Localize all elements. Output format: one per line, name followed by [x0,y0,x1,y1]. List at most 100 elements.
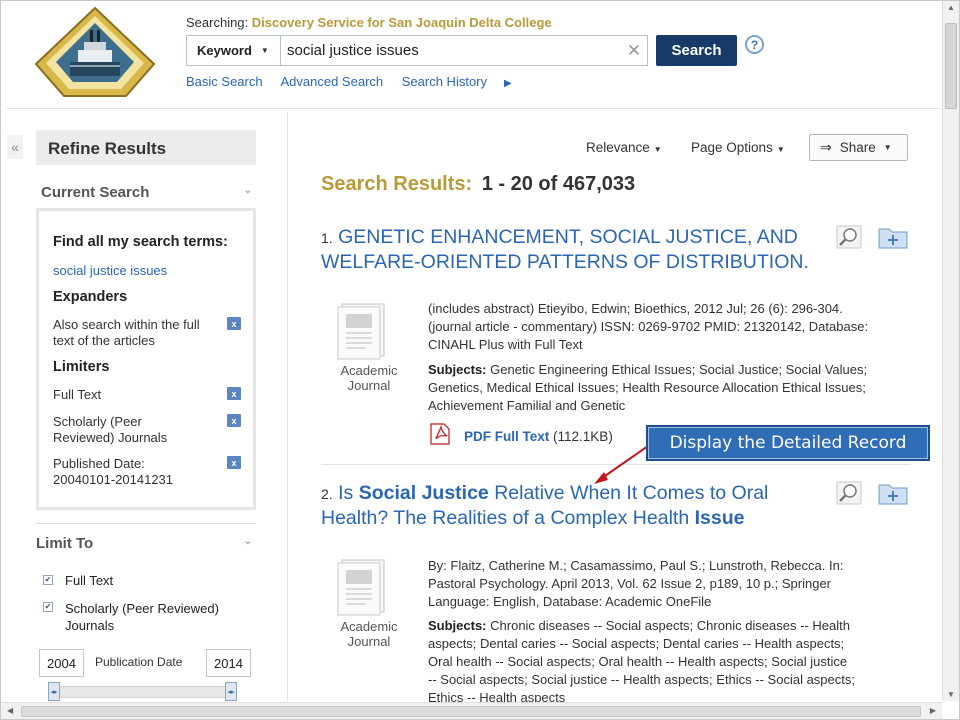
search-input[interactable]: social justice issues [281,36,621,65]
limiter-date-line1: Published Date: [53,456,145,471]
pdf-label: PDF Full Text [464,429,550,444]
expander-line2: text of the articles [53,333,155,348]
slider-handle-left[interactable]: ◂▸ [48,682,60,701]
panel-divider [287,112,288,702]
horizontal-scrollbar[interactable]: ◀ ▶ [1,702,942,719]
limit-to-title: Limit To [36,535,94,552]
find-all-title: Find all my search terms: [53,234,228,250]
scroll-left-icon[interactable]: ◀ [7,706,13,715]
horizontal-scroll-thumb[interactable] [21,706,921,717]
ptype-line1: Academic [340,619,398,634]
share-label: Share [839,140,876,155]
ptype-line1: Academic [340,363,398,378]
refine-results-header: Refine Results [36,130,256,165]
basic-search-link[interactable]: Basic Search [186,74,263,89]
limit-scholarly-line1: Scholarly (Peer Reviewed) [65,601,219,616]
limit-divider [36,523,256,524]
remove-limiter-icon[interactable]: x [227,456,241,469]
collapse-panel-icon[interactable]: « [7,135,23,159]
scroll-right-icon[interactable]: ▶ [930,706,936,715]
slider-handle-right[interactable]: ◂▸ [225,682,237,701]
expanders-title: Expanders [53,289,128,305]
subjects-line: aspects; Dental caries -- Social aspects… [428,636,845,651]
result-title-2[interactable]: 2. Is Social Justice Relative When It Co… [321,482,791,530]
chevron-down-icon: ⌄ [243,536,252,547]
checkbox-checked[interactable]: ✔ [43,602,53,612]
relevance-label: Relevance [586,140,650,155]
sort-relevance-dropdown[interactable]: Relevance ▼ [586,140,662,155]
advanced-search-link[interactable]: Advanced Search [281,74,384,89]
search-history-label: Search History [401,74,487,89]
limit-full-text-label: Full Text [65,573,114,588]
result-title-text: GENETIC ENHANCEMENT, SOCIAL JUSTICE, AND… [321,226,809,273]
result-title-1[interactable]: 1. GENETIC ENHANCEMENT, SOCIAL JUSTICE, … [321,226,821,274]
college-logo[interactable] [34,6,156,98]
search-button[interactable]: Search [656,35,737,66]
search-terms-link[interactable]: social justice issues [53,263,167,279]
meta-line: By: Flaitz, Catherine M.; Casamassimo, P… [428,558,844,573]
search-history-link[interactable]: Search History ▶ [402,74,527,89]
limiter-scholarly: Scholarly (Peer Reviewed) Journals [53,414,167,446]
result-number: 1. [321,230,333,246]
subjects-label: Subjects: [428,618,487,633]
subjects-line: Subjects: Chronic diseases -- Social asp… [428,617,914,635]
meta-line: Pastoral Psychology. April 2013, Vol. 62… [428,576,832,591]
search-nav-links: Basic Search Advanced Search Search Hist… [186,74,542,89]
subjects-line: Oral health -- Social aspects; Oral heal… [428,654,848,669]
result-metadata: (includes abstract) Etieyibo, Edwin; Bio… [428,300,914,354]
academic-journal-icon[interactable] [334,558,392,616]
page-options-dropdown[interactable]: Page Options ▼ [691,140,785,155]
meta-line: (includes abstract) Etieyibo, Edwin; Bio… [428,301,843,316]
pdf-icon[interactable] [428,423,452,445]
pub-date-from-input[interactable]: 2004 [39,649,84,677]
remove-expander-icon[interactable]: x [227,317,241,330]
limit-to-heading[interactable]: Limit To ⌄ [36,535,256,552]
results-label: Search Results: [321,173,473,195]
help-icon[interactable]: ? [745,35,764,54]
search-box: Keyword ▼ social justice issues ✕ [186,35,648,66]
current-search-heading[interactable]: Current Search ⌄ [36,184,256,201]
display-detailed-record-callout: Display the Detailed Record [646,425,930,461]
result-metadata: By: Flaitz, Catherine M.; Casamassimo, P… [428,557,914,611]
title-part: Is [338,482,359,504]
subjects-label: Subjects: [428,362,487,377]
add-to-folder-icon[interactable] [878,225,908,249]
limiter-scholarly-line2: Reviewed) Journals [53,430,168,445]
vertical-scrollbar[interactable]: ▲ ▼ [942,1,959,701]
preview-magnifier-icon[interactable] [836,481,862,505]
limiter-date-line2: 20040101-20141231 [53,472,174,487]
caret-down-icon: ▼ [653,145,662,154]
scroll-down-icon[interactable]: ▼ [943,690,959,699]
searching-prefix: Searching: [186,15,249,30]
clear-icon[interactable]: ✕ [621,36,647,65]
limit-full-text[interactable]: ✔ Full Text [43,573,113,588]
subjects-line: Achievement Familial and Genetic [428,398,626,413]
pub-date-slider-track[interactable] [50,686,235,698]
limit-scholarly-line2: Journals [65,618,115,633]
vertical-scroll-thumb[interactable] [945,23,957,109]
share-button[interactable]: ⇒ Share ▼ [809,134,908,161]
pub-date-to-input[interactable]: 2014 [206,649,251,677]
meta-line: Language: English, Database: Academic On… [428,594,712,609]
caret-down-icon: ▼ [776,145,785,154]
result-subjects: Subjects: Genetic Engineering Ethical Is… [428,361,914,415]
checkbox-checked[interactable]: ✔ [43,575,53,585]
limit-scholarly-label: Scholarly (Peer Reviewed) Journals [65,600,219,634]
add-to-folder-icon[interactable] [878,481,908,505]
share-icon: ⇒ [820,139,832,155]
limit-scholarly[interactable]: ✔ Scholarly (Peer Reviewed) Journals [43,600,219,634]
preview-magnifier-icon[interactable] [836,225,862,249]
remove-limiter-icon[interactable]: x [227,387,241,400]
search-field-select[interactable]: Keyword ▼ [187,36,281,65]
subjects-text: Chronic diseases -- Social aspects; Chro… [490,618,850,633]
ptype-line2: Journal [347,378,391,393]
remove-limiter-icon[interactable]: x [227,414,241,427]
limiter-published-date: Published Date: 20040101-20141231 [53,456,173,488]
academic-journal-icon[interactable] [334,302,392,360]
meta-line: CINAHL Plus with Full Text [428,337,583,352]
pdf-size: (112.1KB) [553,429,613,444]
scroll-up-icon[interactable]: ▲ [943,3,959,12]
pdf-full-text-link[interactable]: PDF Full Text (112.1KB) [464,429,613,444]
limiter-full-text: Full Text [53,387,102,402]
caret-down-icon: ▼ [883,143,892,152]
